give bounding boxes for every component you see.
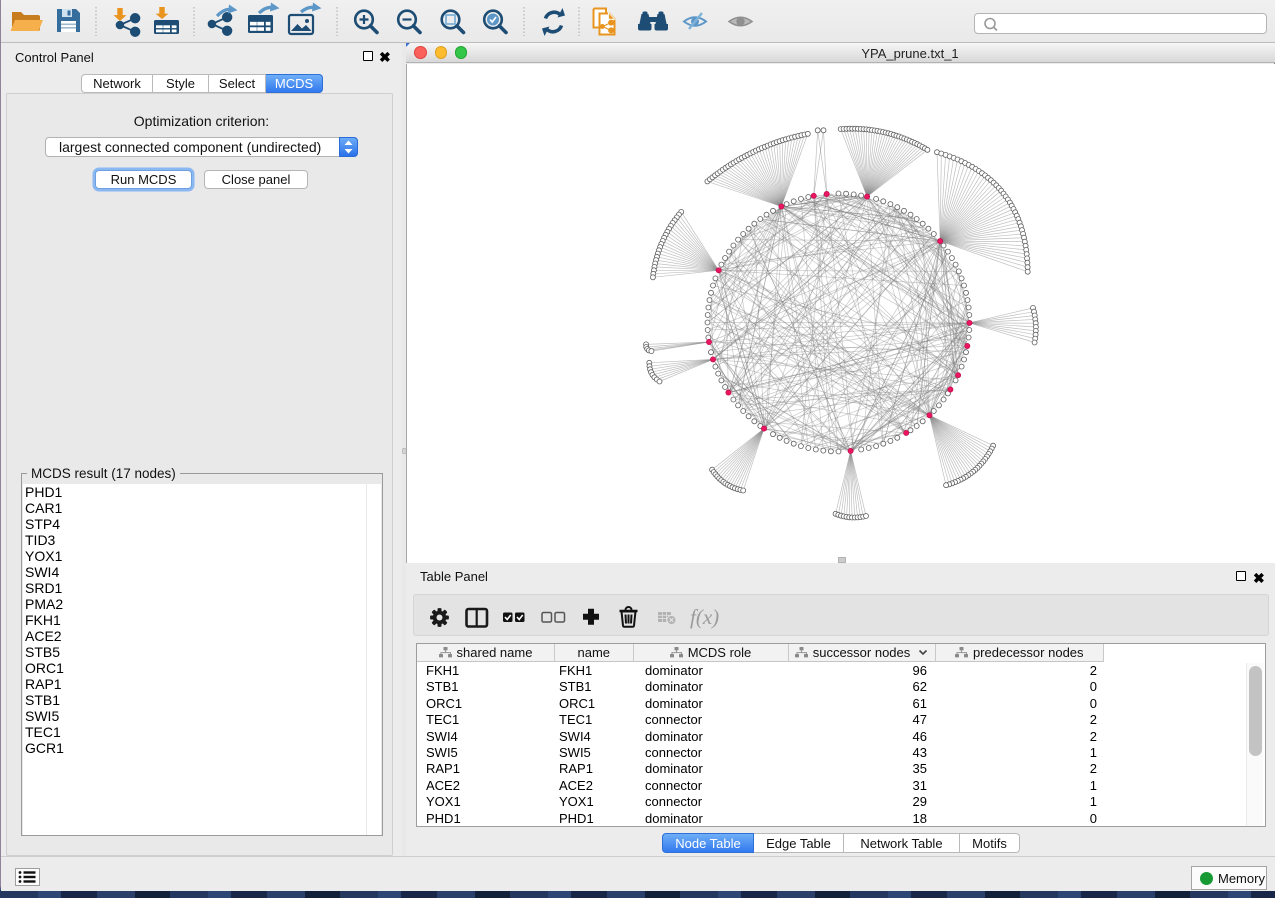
- svg-text:f(x): f(x): [690, 605, 719, 629]
